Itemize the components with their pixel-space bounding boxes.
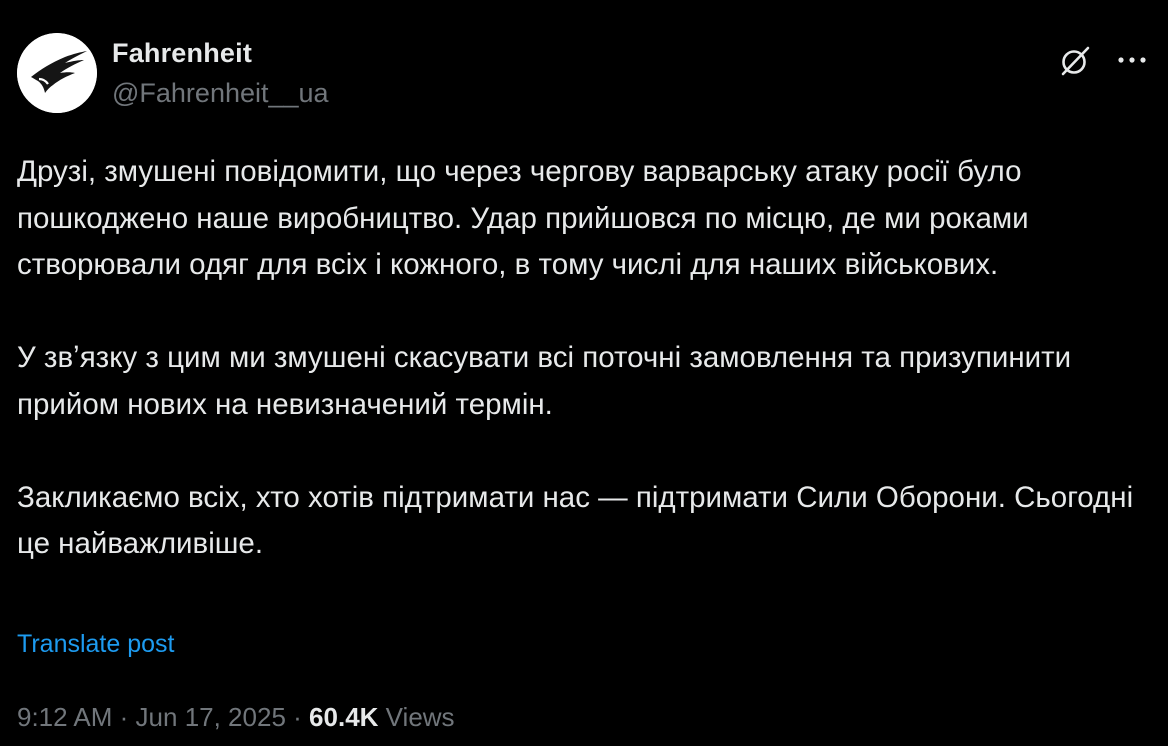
post-date[interactable]: Jun 17, 2025 [136, 702, 286, 732]
tweet-paragraph: У звʼязку з цим ми змушені скасувати всі… [17, 341, 1072, 421]
more-dots-icon[interactable] [1115, 43, 1149, 77]
grok-icon[interactable] [1057, 43, 1093, 79]
translate-post-link[interactable]: Translate post [17, 629, 174, 659]
views-count[interactable]: 60.4K [309, 702, 378, 732]
tweet-paragraph: Закликаємо всіх, хто хотів підтримати на… [17, 480, 1134, 561]
tweet-header: Fahrenheit @Fahrenheit__ua [17, 33, 1157, 115]
views-label: Views [385, 702, 455, 732]
user-info: Fahrenheit @Fahrenheit__ua [112, 37, 329, 109]
user-handle[interactable]: @Fahrenheit__ua [112, 77, 329, 109]
tweet-text: Друзі, змушені повідомити, що через черг… [17, 149, 1157, 568]
display-name[interactable]: Fahrenheit [112, 37, 329, 69]
fahrenheit-logo-icon [17, 33, 97, 113]
meta-separator: · [119, 702, 129, 732]
tweet-meta: 9:12 AM · Jun 17, 2025 · 60.4K Views [17, 701, 455, 733]
tweet-paragraph: Друзі, змушені повідомити, що через черг… [17, 155, 1029, 281]
meta-separator: · [293, 702, 302, 732]
avatar[interactable] [17, 33, 97, 113]
tweet: Fahrenheit @Fahrenheit__ua Друзі, змушен… [0, 0, 1168, 746]
post-time[interactable]: 9:12 AM [17, 702, 112, 732]
